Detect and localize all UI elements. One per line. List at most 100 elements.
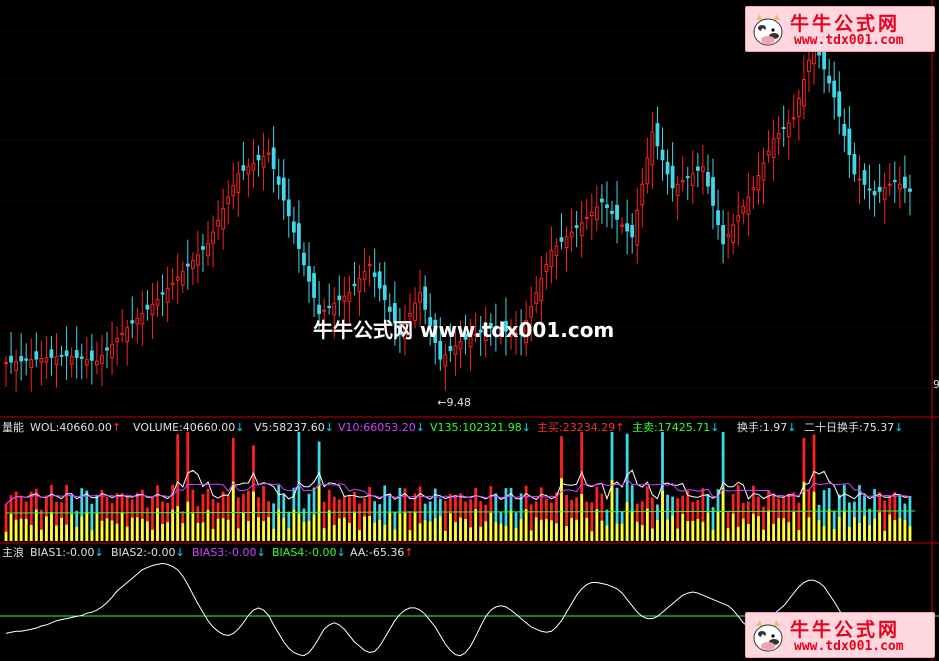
candle-up (418, 292, 422, 303)
volume-bar-sell (762, 529, 765, 541)
brand-logo-bottom: 牛牛公式网 www.tdx001.com (745, 612, 935, 658)
candle-up (196, 254, 200, 266)
volume-bar-sell (590, 531, 594, 541)
volume-bar-sell (241, 513, 245, 541)
volume-bar-sell (544, 519, 548, 541)
candle-down (423, 286, 428, 310)
volume-bar-sell (428, 521, 432, 541)
volume-bar-sell (353, 511, 356, 541)
axis-tick-label: 9 (933, 378, 939, 391)
volume-bar-sell (216, 518, 220, 541)
candle-up (100, 355, 104, 365)
volume-bar-sell (459, 517, 462, 541)
cow-icon (753, 620, 783, 652)
volume-bar-sell (363, 516, 366, 541)
volume-bar-sell (752, 513, 755, 541)
candle-up (69, 356, 74, 365)
candle-up (766, 150, 771, 156)
volume-bar-sell (393, 529, 397, 541)
candle-up (443, 354, 448, 367)
legend-entry: BIAS4:-0.00↓ (272, 546, 346, 559)
volume-bar-sell (125, 526, 129, 541)
volume-bar-sell (161, 523, 164, 541)
volume-bar-sell (337, 518, 341, 541)
candle-down (352, 283, 357, 287)
volume-bar-sell (706, 512, 710, 541)
volume-bar-sell (226, 519, 230, 541)
volume-bar-sell (373, 522, 377, 541)
legend-entry: BIAS2:-0.00↓ (111, 546, 185, 559)
volume-bar-sell (585, 517, 589, 541)
volume-bar-sell (176, 506, 180, 541)
volume-bar-sell (842, 510, 846, 541)
candle-up (211, 231, 215, 244)
logo-url: www.tdx001.com (794, 33, 904, 48)
volume-bar-sell (630, 510, 634, 541)
candle-up (751, 187, 756, 191)
price-annotation: ←9.48 (437, 396, 471, 409)
candle-down (852, 153, 857, 175)
logo-title: 牛牛公式网 (790, 619, 901, 641)
volume-bar-sell (898, 517, 902, 541)
candle-down (271, 147, 276, 170)
candle-up (771, 138, 776, 159)
volume-bar-sell (171, 509, 175, 541)
candle-down (706, 171, 710, 187)
candle-up (29, 359, 34, 369)
candle-down (721, 225, 725, 245)
volume-bar-sell (221, 518, 225, 541)
volume-bar-sell (499, 523, 503, 541)
volume-bar-sell (287, 528, 291, 541)
candle-up (756, 175, 761, 191)
volume-bar-sell (252, 491, 255, 541)
candle-down (711, 177, 715, 206)
volume-bar-sell (469, 527, 472, 541)
volume-bar-sell (686, 521, 690, 541)
legend-entry: 主卖:17425.71↓ (632, 421, 719, 434)
cow-icon (753, 14, 783, 46)
candle-up (726, 233, 731, 238)
volume-bar-sell (807, 517, 811, 541)
candle-up (347, 292, 352, 302)
volume-bar-sell (146, 521, 149, 541)
volume-bar-sell (908, 526, 912, 541)
candle-down (559, 237, 564, 242)
candle-down (317, 304, 321, 315)
volume-bar-sell (822, 526, 826, 541)
candle-down (387, 306, 392, 312)
candle-up (584, 216, 589, 219)
legend-entry: V135:102321.98↓ (430, 421, 531, 434)
candle-up (226, 196, 231, 205)
candle-up (564, 236, 569, 249)
volume-bar-sell (327, 510, 331, 541)
candle-up (534, 292, 539, 304)
stock-chart: ←9.48←14.809牛牛公式网 www.tdx001.com量能WOL:40… (0, 0, 939, 661)
volume-bar-sell (403, 512, 407, 541)
volume-bar-sell (398, 513, 402, 541)
candle-up (14, 360, 18, 371)
candle-up (221, 208, 226, 230)
volume-bar-sell (903, 520, 907, 541)
volume-bar-sell (85, 511, 89, 541)
volume-bar-sell (721, 487, 725, 541)
volume-bar-sell (741, 518, 745, 541)
candle-up (165, 287, 170, 303)
volume-bar-sell (302, 521, 306, 541)
candle-down (625, 223, 630, 232)
candle-up (120, 332, 125, 336)
volume-bar-sell (75, 527, 79, 541)
volume-bar-sell (413, 512, 417, 541)
volume-bar-sell (348, 522, 351, 541)
volume-bar-sell (474, 509, 478, 541)
candle-up (887, 183, 892, 186)
candle-up (175, 276, 180, 281)
volume-bar-sell (827, 509, 831, 541)
volume-bar-sell (797, 530, 801, 541)
volume-bar-sell (423, 520, 427, 541)
candle-up (645, 157, 650, 185)
candle-up (261, 155, 266, 168)
volume-bar-sell (736, 526, 740, 541)
volume-bar-sell (236, 528, 240, 541)
candle-up (125, 327, 130, 342)
logo-title: 牛牛公式网 (790, 13, 901, 35)
